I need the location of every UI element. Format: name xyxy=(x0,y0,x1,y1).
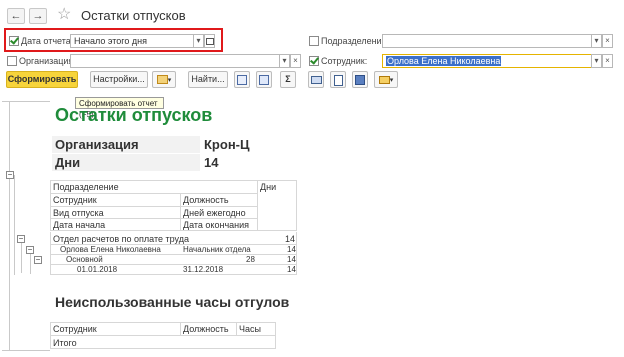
copy-button[interactable] xyxy=(234,71,250,88)
report-title: Остатки отпусков xyxy=(55,105,213,125)
report-date-field[interactable]: Начало этого дня xyxy=(70,34,196,48)
row-vacation-type: Основной xyxy=(66,255,103,264)
section2-vline-1 xyxy=(180,322,181,336)
generate-button[interactable]: Сформировать xyxy=(6,71,78,88)
organization-field[interactable] xyxy=(70,54,280,68)
outline-row-line xyxy=(14,175,15,275)
report-variant-icon xyxy=(156,75,168,85)
section2-header-hours: Часы xyxy=(239,324,261,334)
section2-header-position: Должность xyxy=(183,324,229,334)
organization-label: Организация: xyxy=(19,56,76,66)
section2-title: Неиспользованные часы отгулов xyxy=(55,294,290,310)
group-collapse-button[interactable]: − xyxy=(6,171,14,179)
envelope-icon xyxy=(378,75,390,84)
param-organization-value: Крон-Ц xyxy=(204,137,250,152)
organization-dropdown-button[interactable]: ▾ xyxy=(279,54,290,68)
header-vline-2 xyxy=(257,180,258,231)
row-vacation-yearly: 28 xyxy=(246,255,255,264)
row-department-days: 14 xyxy=(285,234,296,244)
report-date-checkbox[interactable] xyxy=(9,36,19,46)
paste-icon xyxy=(259,75,269,85)
copy-icon xyxy=(237,75,247,85)
param-days-value: 14 xyxy=(204,155,219,170)
paste-button[interactable] xyxy=(256,71,272,88)
save-icon xyxy=(355,75,365,85)
section2-hline xyxy=(50,335,276,336)
report-date-label: Дата отчета: xyxy=(21,36,74,46)
employee-clear-button[interactable]: × xyxy=(602,54,613,68)
group-collapse-button-vacation[interactable]: − xyxy=(34,256,42,264)
employee-selected-value: Орлова Елена Николаевна xyxy=(386,56,502,66)
header-days: Дни xyxy=(260,182,277,192)
header-department: Подразделение xyxy=(53,182,119,192)
header-start-date: Дата начала xyxy=(53,220,106,230)
outline-vertical-main xyxy=(9,101,10,351)
report-date-dropdown-button[interactable]: ▾ xyxy=(193,34,204,48)
email-button[interactable]: ▾ xyxy=(374,71,398,88)
row-vacation-days: 14 xyxy=(287,255,296,264)
employee-label: Сотрудник: xyxy=(321,56,368,66)
calendar-button[interactable] xyxy=(204,34,215,48)
department-checkbox[interactable] xyxy=(309,36,319,46)
header-position: Должность xyxy=(183,195,229,205)
param-organization-label: Организация xyxy=(55,137,139,152)
page-title: Остатки отпусков xyxy=(81,8,186,23)
department-field[interactable] xyxy=(382,34,592,48)
settings-button[interactable]: Настройки... xyxy=(90,71,148,88)
department-dropdown-button[interactable]: ▾ xyxy=(591,34,602,48)
row-period-start: 01.01.2018 xyxy=(77,265,118,274)
preview-button[interactable] xyxy=(330,71,346,88)
employee-dropdown-button[interactable]: ▾ xyxy=(591,54,602,68)
section2-vline-2 xyxy=(236,322,237,336)
group-collapse-button-employee[interactable]: − xyxy=(26,246,34,254)
outline-dept-line xyxy=(21,243,22,273)
row-period-end: 31.12.2018 xyxy=(183,265,224,274)
employee-field[interactable]: Орлова Елена Николаевна xyxy=(382,54,592,68)
row-employee-position: Начальник отдела xyxy=(183,245,251,254)
outline-bottom-line xyxy=(2,350,50,351)
section2-header-employee: Сотрудник xyxy=(53,324,97,334)
calendar-icon xyxy=(205,38,214,45)
row-employee-days: 14 xyxy=(287,245,296,254)
row-department-name: Отдел расчетов по оплате труда xyxy=(53,234,189,244)
department-clear-button[interactable]: × xyxy=(602,34,613,48)
param-days-label: Дни xyxy=(55,155,81,170)
forward-button[interactable]: → xyxy=(29,8,47,24)
print-button[interactable] xyxy=(308,71,324,88)
favorite-star-icon[interactable]: ☆ xyxy=(57,6,71,24)
printer-icon xyxy=(310,76,322,84)
organization-clear-button[interactable]: × xyxy=(290,54,301,68)
department-label: Подразделение: xyxy=(321,36,390,46)
chevron-down-icon: ▾ xyxy=(389,77,394,84)
preview-icon xyxy=(333,75,343,86)
employee-checkbox[interactable] xyxy=(309,56,319,66)
outline-emp-line xyxy=(30,254,31,274)
sum-button[interactable]: Σ xyxy=(280,71,296,88)
back-button[interactable]: ← xyxy=(7,8,25,24)
save-button[interactable] xyxy=(352,71,368,88)
header-employee: Сотрудник xyxy=(53,195,97,205)
header-vline-1 xyxy=(180,193,181,231)
row-employee-name: Орлова Елена Николаевна xyxy=(60,245,161,254)
organization-checkbox[interactable] xyxy=(7,56,17,66)
variants-button[interactable]: ▾ xyxy=(152,71,176,88)
header-vacation-type: Вид отпуска xyxy=(53,208,104,218)
header-days-yearly: Дней ежегодно xyxy=(183,208,246,218)
row-period-days: 14 xyxy=(287,265,296,274)
chevron-down-icon: ▾ xyxy=(167,77,172,84)
find-button[interactable]: Найти... xyxy=(188,71,228,88)
header-end-date: Дата окончания xyxy=(183,220,250,230)
group-collapse-button-department[interactable]: − xyxy=(17,235,25,243)
section2-total: Итого xyxy=(53,338,77,348)
